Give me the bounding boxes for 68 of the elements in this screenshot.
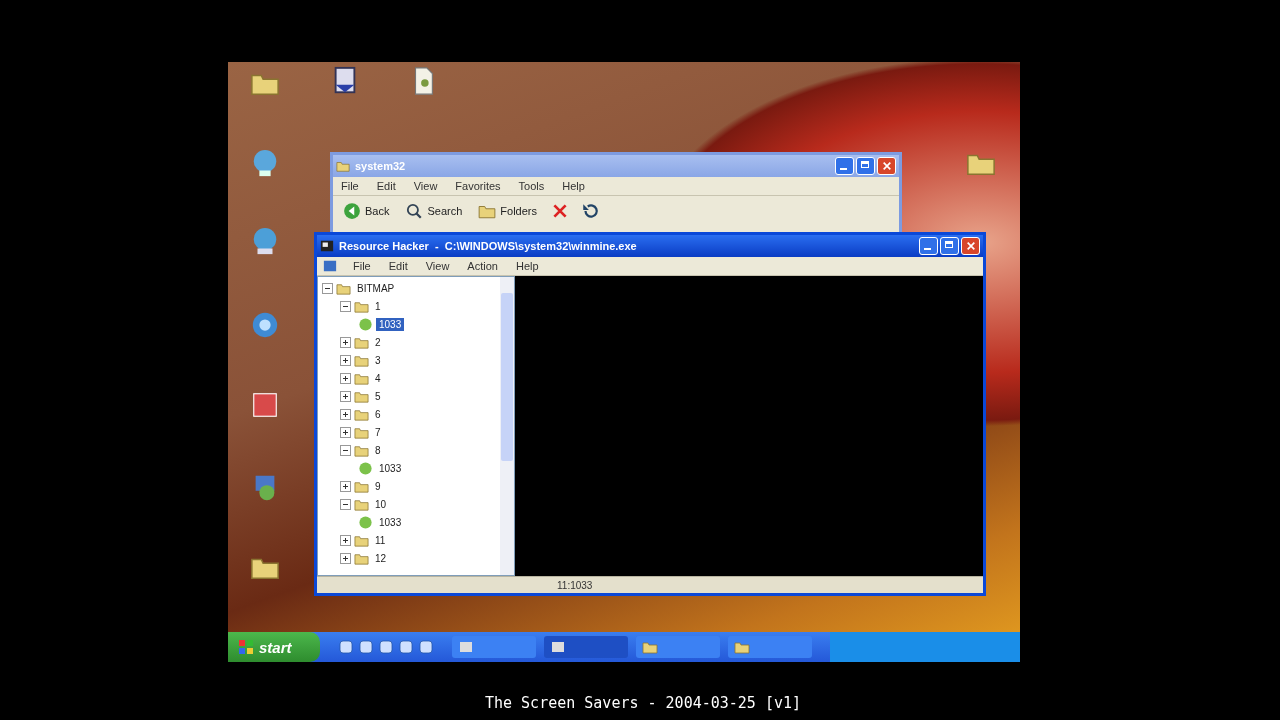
folder-icon[interactable] (642, 639, 658, 655)
tree-item[interactable]: 4 (372, 371, 384, 385)
tree-item[interactable]: 5 (372, 389, 384, 403)
collapse-toggle[interactable] (340, 498, 351, 510)
tree-item[interactable]: 1033 (376, 317, 405, 331)
folder-icon[interactable] (734, 639, 750, 655)
expand-toggle[interactable] (340, 426, 351, 438)
application-icon[interactable] (320, 239, 334, 253)
expand-toggle[interactable] (340, 480, 351, 492)
menu-item[interactable]: Help (513, 260, 541, 272)
expand-toggle[interactable] (340, 390, 351, 402)
collapse-toggle[interactable] (322, 282, 333, 294)
close-button[interactable] (877, 157, 896, 175)
tree-item[interactable]: BITMAP (354, 281, 398, 295)
minimize-button[interactable] (835, 157, 854, 175)
expand-toggle[interactable] (340, 408, 351, 420)
taskbar-button[interactable] (452, 636, 536, 658)
toolbar-button[interactable]: Back (341, 200, 392, 222)
tree-item[interactable]: 2 (372, 335, 384, 349)
expand-toggle[interactable] (340, 552, 351, 564)
window-title: Resource Hacker - C:\WINDOWS\system32\winmine.exe (339, 240, 638, 252)
menu-item[interactable]: Action (465, 260, 500, 272)
tree-item[interactable]: 9 (372, 479, 384, 493)
expand-toggle[interactable] (340, 534, 351, 546)
scrollbar-thumb[interactable] (501, 293, 513, 461)
menu-item[interactable]: File (351, 260, 373, 272)
taskbar-button[interactable] (544, 636, 628, 658)
search-icon[interactable] (405, 202, 424, 220)
tree-item[interactable]: 11 (372, 533, 389, 547)
taskbar-button[interactable] (728, 636, 812, 658)
menu-item[interactable]: Help (560, 180, 587, 192)
menu-item[interactable]: Edit (374, 180, 398, 192)
collapse-toggle[interactable] (340, 300, 351, 312)
tree-item[interactable]: 1033 (376, 515, 405, 529)
windows-flag-icon[interactable] (238, 639, 254, 655)
menu-item[interactable]: View (411, 180, 440, 192)
tree-item[interactable]: 1 (372, 299, 384, 313)
window-title: system32 (355, 160, 407, 172)
expand-toggle[interactable] (340, 336, 351, 348)
maximize-button[interactable] (940, 237, 959, 255)
tree-item[interactable]: 3 (372, 353, 384, 367)
tree-item[interactable]: 7 (372, 425, 384, 439)
menu-item[interactable]: Edit (386, 260, 410, 272)
menu-item[interactable]: View (423, 260, 452, 272)
minimize-button[interactable] (919, 237, 938, 255)
menu-item[interactable]: Favorites (453, 180, 503, 192)
video-caption: The Screen Savers - 2004-03-25 [v1] (484, 694, 802, 712)
close-button[interactable] (961, 237, 980, 255)
expand-toggle[interactable] (340, 372, 351, 384)
close-icon[interactable] (965, 241, 976, 251)
tree-item[interactable]: 12 (372, 551, 390, 565)
tree-item[interactable]: 1033 (376, 461, 405, 475)
expand-toggle[interactable] (340, 354, 351, 366)
tree-item[interactable]: 10 (372, 497, 390, 511)
toolbar-button[interactable]: Folders (476, 200, 539, 222)
maximize-button[interactable] (856, 157, 875, 175)
undo-icon[interactable] (581, 202, 599, 220)
tree-item[interactable]: 8 (372, 443, 384, 457)
tree-item[interactable]: 6 (372, 407, 384, 421)
menu-item[interactable]: Tools (516, 180, 547, 192)
scrollbar[interactable] (500, 277, 514, 575)
close-icon[interactable] (881, 161, 892, 171)
toolbar-button[interactable]: Search (403, 200, 465, 222)
delete-icon[interactable] (551, 202, 569, 220)
taskbar-button[interactable] (636, 636, 720, 658)
collapse-toggle[interactable] (340, 444, 351, 456)
menu-item[interactable]: File (339, 180, 361, 192)
status-text: 11:1033 (557, 579, 593, 591)
